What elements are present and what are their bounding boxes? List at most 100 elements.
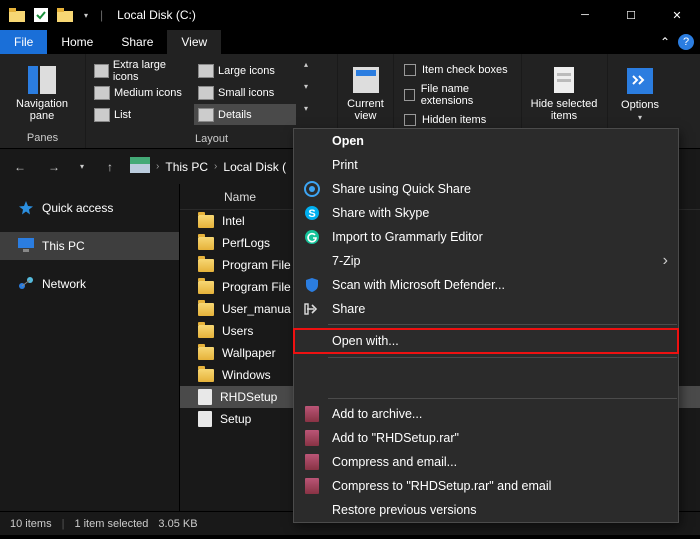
ctx-open-with[interactable]: Open with...: [293, 328, 679, 354]
history-dropdown-icon[interactable]: ▾: [74, 162, 90, 171]
layout-scroll-down-icon[interactable]: ▾: [298, 82, 314, 103]
rar-icon: [303, 453, 321, 471]
grid-icon: [94, 86, 110, 100]
quick-share-icon: [303, 180, 321, 198]
crumb-local-disk[interactable]: Local Disk (: [223, 160, 286, 174]
file-name: RHDSetup: [220, 390, 277, 404]
layout-more-icon[interactable]: ▾: [298, 104, 314, 125]
folder-icon: [198, 281, 214, 294]
maximize-button[interactable]: ☐: [608, 0, 654, 30]
network-icon: [18, 276, 34, 292]
grid-icon: [198, 64, 214, 78]
forward-button[interactable]: →: [40, 155, 68, 179]
navigation-pane-icon: [26, 64, 58, 96]
ctx-add-archive[interactable]: Add to archive...: [294, 402, 678, 426]
ctx-separator: [328, 357, 677, 358]
shield-icon: [303, 276, 321, 294]
folder-icon: [198, 369, 214, 382]
file-name: Program File: [222, 280, 291, 294]
qat-dropdown-icon[interactable]: ▾: [78, 11, 94, 20]
folder-icon: [198, 237, 214, 250]
title-separator: |: [100, 8, 103, 22]
ribbon-tabs: File Home Share View ⌃ ?: [0, 30, 700, 54]
checkbox-icon: [404, 64, 416, 76]
tab-home[interactable]: Home: [47, 30, 107, 54]
layout-details[interactable]: Details: [194, 104, 296, 125]
hide-selected-button[interactable]: Hide selecteditems: [528, 62, 600, 122]
navigation-pane-label: Navigationpane: [16, 98, 68, 122]
drive-icon: [130, 157, 150, 176]
details-icon: [198, 108, 214, 122]
grid-icon: [198, 86, 214, 100]
help-icon[interactable]: ?: [678, 34, 694, 50]
file-name: Setup: [220, 412, 251, 426]
crumb-this-pc[interactable]: This PC: [165, 160, 208, 174]
current-view-icon: [350, 64, 382, 96]
check-hidden-items[interactable]: Hidden items: [400, 112, 490, 128]
tab-file[interactable]: File: [0, 30, 47, 54]
hide-selected-label: Hide selecteditems: [531, 98, 598, 122]
file-name: Program File: [222, 258, 291, 272]
layout-small-icons[interactable]: Small icons: [194, 82, 296, 103]
file-name: PerfLogs: [222, 236, 270, 250]
status-selected: 1 item selected: [74, 518, 148, 530]
layout-scroll-up-icon[interactable]: ▴: [298, 60, 314, 81]
chevron-right-icon[interactable]: ›: [156, 161, 159, 172]
folder-icon: [6, 4, 28, 26]
skype-icon: S: [303, 204, 321, 222]
check-item-boxes[interactable]: Item check boxes: [400, 62, 512, 78]
ctx-print[interactable]: Print: [294, 153, 678, 177]
layout-medium-icons[interactable]: Medium icons: [90, 82, 192, 103]
sidebar-item-network[interactable]: Network: [0, 270, 179, 298]
tab-share[interactable]: Share: [107, 30, 167, 54]
current-view-button[interactable]: Currentview: [344, 62, 387, 122]
ctx-restore[interactable]: Restore previous versions: [294, 498, 678, 522]
file-name: Intel: [222, 214, 245, 228]
qat-folder-icon[interactable]: [54, 4, 76, 26]
navigation-sidebar: Quick access This PC Network: [0, 184, 180, 511]
collapse-ribbon-icon[interactable]: ⌃: [660, 35, 670, 49]
chevron-right-icon[interactable]: ›: [214, 161, 217, 172]
status-size: 3.05 KB: [158, 518, 197, 530]
options-button[interactable]: Options ▾: [614, 63, 666, 122]
rar-icon: [303, 405, 321, 423]
file-name: User_manua: [222, 302, 291, 316]
list-icon: [94, 108, 110, 122]
back-button[interactable]: ←: [6, 155, 34, 179]
ctx-compress-email[interactable]: Compress and email...: [294, 450, 678, 474]
file-icon: [198, 389, 212, 405]
chevron-down-icon: ▾: [632, 113, 648, 122]
options-icon: [624, 65, 656, 97]
ctx-defender[interactable]: Scan with Microsoft Defender...: [294, 273, 678, 297]
ctx-skype[interactable]: SShare with Skype: [294, 201, 678, 225]
layout-list[interactable]: List: [90, 104, 192, 125]
rar-icon: [303, 477, 321, 495]
layout-extra-large-icons[interactable]: Extra large icons: [90, 60, 192, 81]
ctx-grammarly[interactable]: Import to Grammarly Editor: [294, 225, 678, 249]
layout-large-icons[interactable]: Large icons: [194, 60, 296, 81]
sidebar-item-quick-access[interactable]: Quick access: [0, 194, 179, 222]
sidebar-item-this-pc[interactable]: This PC: [0, 232, 179, 260]
check-file-extensions[interactable]: File name extensions: [400, 81, 515, 109]
up-button[interactable]: ↑: [96, 155, 124, 179]
checkbox-icon: [404, 89, 415, 101]
ctx-quick-share[interactable]: Share using Quick Share: [294, 177, 678, 201]
svg-text:S: S: [308, 208, 315, 220]
ctx-separator: [328, 324, 677, 325]
ctx-share[interactable]: Share: [294, 297, 678, 321]
file-name: Wallpaper: [222, 346, 276, 360]
minimize-button[interactable]: ─: [562, 0, 608, 30]
ctx-7zip[interactable]: 7-Zip: [294, 249, 678, 273]
tab-view[interactable]: View: [167, 30, 221, 54]
grid-icon: [94, 64, 109, 78]
folder-icon: [198, 215, 214, 228]
ctx-open[interactable]: Open: [294, 129, 678, 153]
window-title: Local Disk (C:): [113, 8, 562, 22]
hide-icon: [548, 64, 580, 96]
navigation-pane-button[interactable]: Navigationpane: [6, 62, 78, 122]
star-icon: [18, 200, 34, 216]
ctx-compress-rar-email[interactable]: Compress to "RHDSetup.rar" and email: [294, 474, 678, 498]
ctx-add-rar[interactable]: Add to "RHDSetup.rar": [294, 426, 678, 450]
qat-save-icon[interactable]: [30, 4, 52, 26]
close-button[interactable]: ✕: [654, 0, 700, 30]
